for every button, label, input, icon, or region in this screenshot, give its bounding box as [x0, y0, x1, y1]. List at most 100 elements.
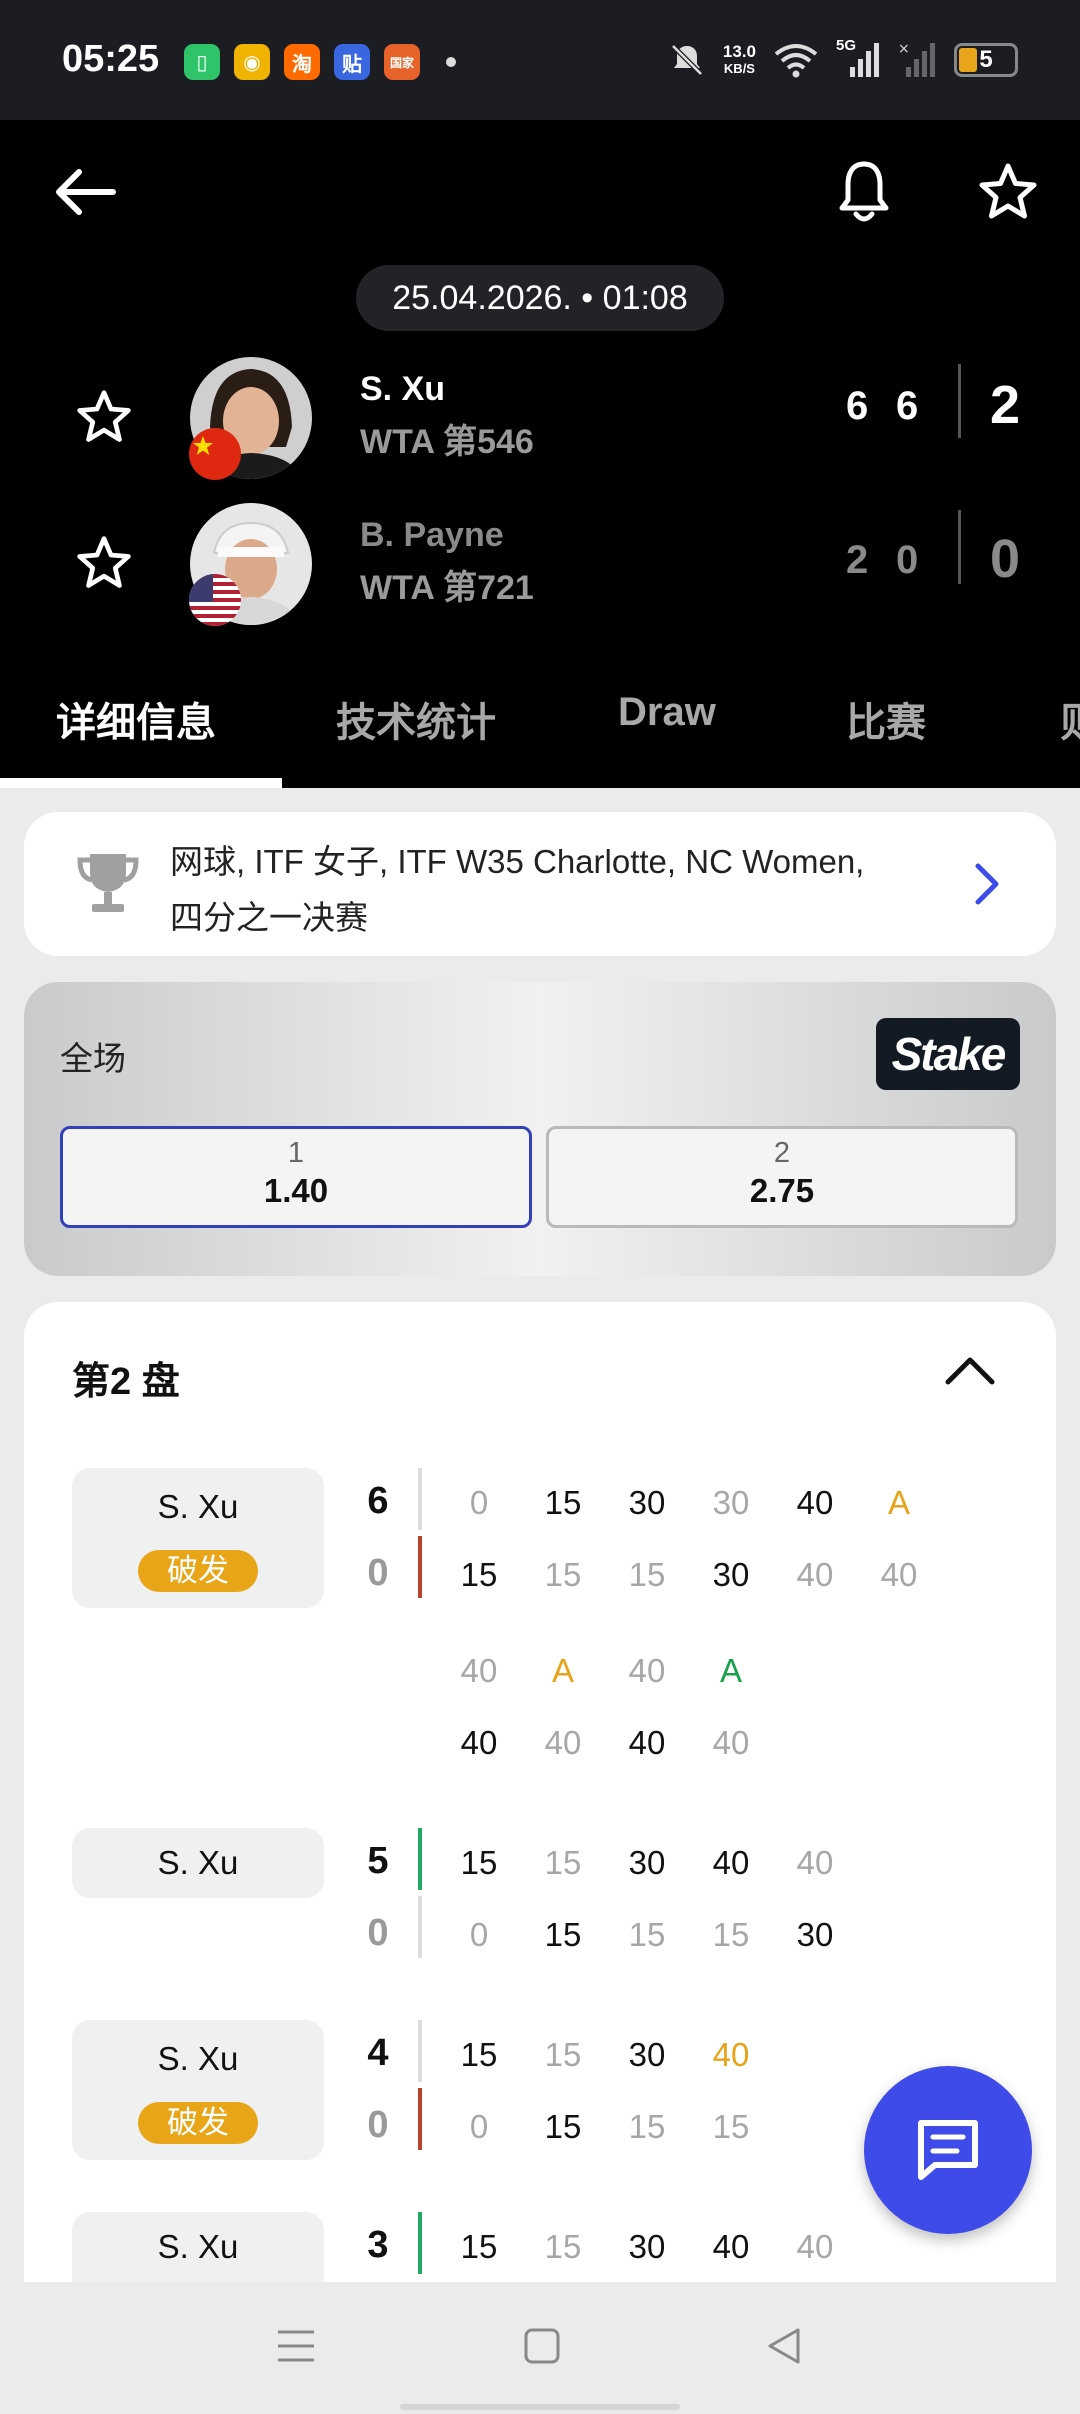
player-1-favorite-button[interactable] [66, 379, 142, 455]
point: 15 [544, 2108, 582, 2145]
network-speed-unit: KB/S [723, 61, 755, 76]
mute-bell-icon [671, 44, 703, 76]
set-title: 第2 盘 [72, 1361, 180, 1403]
point: 40 [628, 1652, 666, 1689]
competition-card[interactable]: 网球, ITF 女子, ITF W35 Charlotte, NC Women,… [24, 812, 1056, 956]
gov-app-icon: 国家 [384, 44, 420, 80]
point: 30 [628, 1844, 666, 1881]
point: 15 [460, 1844, 498, 1881]
score-divider [958, 364, 961, 438]
app-icon: ▯ [184, 44, 220, 80]
point: 15 [544, 1484, 582, 1521]
player-1-name[interactable]: S. Xu [360, 370, 445, 409]
usa-flag-icon [189, 574, 241, 626]
game-score-bottom: 0 [367, 2104, 389, 2146]
point: 40 [796, 2228, 834, 2265]
point: 15 [544, 2228, 582, 2265]
point: 40 [796, 1484, 834, 1521]
point: 15 [712, 1916, 750, 1953]
tab-bar: 详细信息 技术统计 Draw 比赛 则 [0, 660, 1080, 788]
point: 40 [544, 1724, 582, 1761]
battery-icon: 5 [954, 43, 1018, 77]
menu-icon[interactable] [276, 2326, 316, 2366]
receive-bar [418, 1896, 422, 1958]
odds-card: 全场 Stake 1 1.40 2 2.75 [24, 982, 1056, 1276]
point: 40 [796, 1556, 834, 1593]
odds-option-home-label: 1 [287, 1137, 305, 1169]
tab-draw[interactable]: Draw [618, 690, 716, 735]
more-notifications-dot [446, 57, 456, 67]
notification-icons: ▯ ◉ 淘 贴 国家 [184, 44, 456, 80]
odds-option-away-value: 2.75 [749, 1172, 815, 1209]
odds-option-home-value: 1.40 [263, 1172, 329, 1209]
chat-button[interactable] [864, 2066, 1032, 2234]
trophy-icon [77, 854, 139, 912]
player-1-set-1: 6 [846, 384, 869, 428]
break-bar [418, 2088, 422, 2150]
tab-matches[interactable]: 比赛 [846, 690, 926, 748]
game-score-bottom: 0 [367, 1552, 389, 1594]
serve-bar [418, 1828, 422, 1890]
status-time: 05:25 [62, 38, 160, 80]
signal-empty-icon: × [898, 41, 935, 77]
point: 40 [712, 1844, 750, 1881]
collapse-button[interactable] [942, 1350, 998, 1395]
serve-bar [418, 1468, 422, 1530]
match-header: 25.04.2026. • 01:08 S. Xu WTA 第546 6 6 2… [0, 120, 1080, 788]
svg-text:×: × [898, 41, 910, 57]
player-2-total: 0 [990, 529, 1021, 589]
tab-more[interactable]: 则 [1060, 690, 1080, 748]
point: 40 [880, 1556, 918, 1593]
score-divider [958, 510, 961, 584]
point: 15 [628, 2108, 666, 2145]
odds-option-away[interactable]: 2 2.75 [546, 1126, 1018, 1228]
back-nav-icon[interactable] [764, 2326, 804, 2366]
favorite-button[interactable] [968, 152, 1048, 232]
stake-logo[interactable]: Stake [876, 1018, 1020, 1090]
point: 15 [460, 1556, 498, 1593]
game-score-top: 4 [367, 2032, 389, 2074]
point: A [887, 1484, 910, 1521]
point: A [551, 1652, 574, 1689]
break-bar [418, 1536, 422, 1598]
game-server-name: S. Xu [157, 1488, 239, 1525]
wifi-icon [774, 44, 818, 78]
match-datetime: 25.04.2026. • 01:08 [356, 265, 724, 331]
player-1-total: 2 [990, 375, 1021, 435]
competition-name: 网球, ITF 女子, ITF W35 Charlotte, NC Women,… [170, 834, 960, 946]
star-icon [77, 536, 131, 588]
game-server-name: S. Xu [157, 1844, 239, 1881]
point: 40 [460, 1724, 498, 1761]
game-server-box: S. Xu [72, 2212, 324, 2282]
tab-details[interactable]: 详细信息 [56, 690, 216, 748]
point: 40 [628, 1724, 666, 1761]
back-button[interactable] [44, 152, 124, 232]
home-icon[interactable] [522, 2326, 562, 2366]
game-server-box: S. Xu 破发 [72, 2020, 324, 2160]
weibo-icon: ◉ [234, 44, 270, 80]
status-indicators: 13.0 KB/S 5G × 5 [667, 37, 1018, 80]
game-score-top: 3 [367, 2224, 389, 2266]
point: 15 [460, 2036, 498, 2073]
game-server-box: S. Xu 破发 [72, 1468, 324, 1608]
player-2-favorite-button[interactable] [66, 525, 142, 601]
tab-statistics[interactable]: 技术统计 [336, 690, 496, 748]
player-2-name[interactable]: B. Payne [360, 516, 504, 555]
chat-icon [918, 2120, 978, 2180]
point: 30 [628, 1484, 666, 1521]
point: 40 [460, 1652, 498, 1689]
player-1-rank: WTA 第546 [360, 423, 534, 461]
point: 15 [544, 1844, 582, 1881]
odds-option-home[interactable]: 1 1.40 [60, 1126, 532, 1228]
point: 15 [628, 1916, 666, 1953]
game-score-top: 6 [367, 1480, 389, 1522]
notification-button[interactable] [824, 152, 904, 232]
point: 0 [469, 1484, 489, 1521]
game-score-bottom: 0 [367, 1912, 389, 1954]
odds-option-away-label: 2 [773, 1137, 791, 1169]
game-server-name: S. Xu [157, 2040, 239, 2077]
bell-icon [839, 161, 889, 222]
point: A [719, 1652, 742, 1689]
player-row-1: S. Xu WTA 第546 6 6 2 [0, 352, 1080, 482]
point: 30 [712, 1556, 750, 1593]
